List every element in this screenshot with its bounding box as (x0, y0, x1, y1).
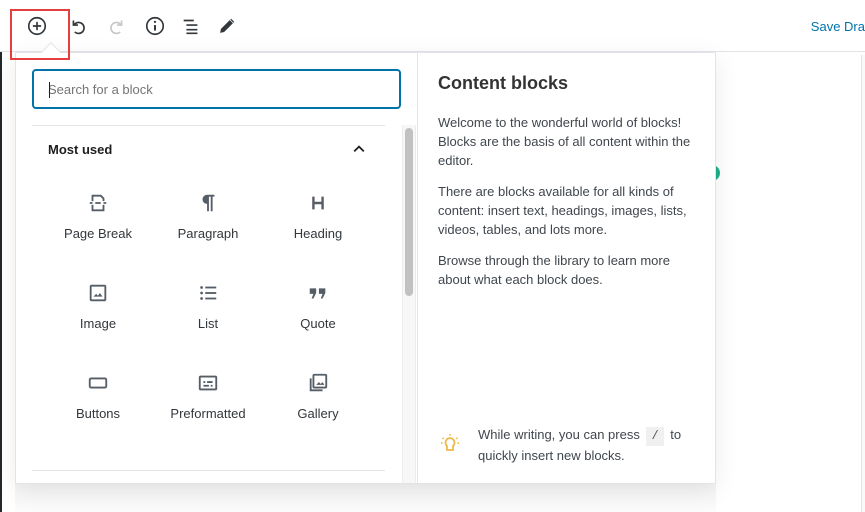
button-icon (86, 371, 110, 395)
block-navigation-button[interactable] (179, 14, 203, 38)
chevron-up-icon (349, 139, 369, 159)
inserter-main-panel: Most used Page Break (16, 53, 417, 483)
block-item-image[interactable]: Image (43, 273, 153, 363)
tip: While writing, you can press / to quickl… (438, 425, 698, 465)
undo-icon (72, 20, 85, 35)
tip-text: While writing, you can press / to quickl… (478, 425, 698, 465)
save-draft-button[interactable]: Save Dra (811, 19, 865, 34)
block-item-paragraph[interactable]: Paragraph (153, 183, 263, 273)
inserter-toggle-button[interactable] (25, 14, 49, 38)
sidebar-edge (861, 55, 865, 512)
plus-circle-icon (27, 16, 47, 36)
block-item-page-break[interactable]: Page Break (43, 183, 153, 273)
blocks-grid: Page Break Paragraph Heading Image List … (43, 183, 375, 453)
info-button[interactable] (143, 14, 167, 38)
redo-icon (110, 20, 123, 35)
divider (32, 470, 385, 471)
search-field[interactable] (32, 69, 401, 109)
block-item-heading[interactable]: Heading (263, 183, 373, 273)
tip-text-before: While writing, you can press (478, 427, 640, 442)
block-label: Buttons (75, 406, 121, 421)
paragraph-icon (196, 191, 220, 215)
block-label: Gallery (297, 406, 339, 421)
lightbulb-icon (438, 431, 462, 455)
block-item-buttons[interactable]: Buttons (43, 363, 153, 453)
scrollbar-thumb[interactable] (405, 128, 413, 296)
editor-canvas[interactable] (716, 52, 865, 512)
search-input[interactable] (34, 71, 399, 107)
tools-button[interactable] (215, 14, 239, 38)
scrollbar[interactable] (402, 125, 416, 483)
block-item-preformatted[interactable]: Preformatted (153, 363, 263, 453)
most-used-panel-toggle[interactable]: Most used (32, 126, 385, 172)
block-inserter-popover: Most used Page Break (15, 42, 716, 484)
undo-button[interactable] (66, 14, 90, 38)
list-view-icon (183, 19, 198, 35)
help-paragraph: There are blocks available for all kinds… (438, 184, 687, 237)
block-label: Heading (293, 226, 343, 241)
help-paragraph: Welcome to the wonderful world of blocks… (438, 115, 691, 168)
block-label: Image (79, 316, 117, 331)
quote-icon (306, 281, 330, 305)
block-list: Most used Page Break Paragraph Heading I… (32, 125, 401, 483)
block-label: Paragraph (177, 226, 239, 241)
gallery-icon (306, 371, 330, 395)
info-icon (145, 16, 165, 36)
panel-title: Most used (48, 141, 113, 157)
help-title: Content blocks (438, 73, 569, 93)
help-panel: Content blocks Welcome to the wonderful … (418, 53, 715, 483)
help-paragraph: Browse through the library to learn more… (438, 253, 670, 287)
shortcut-key: / (646, 427, 664, 446)
text-caret (49, 82, 50, 98)
block-label: Preformatted (170, 406, 246, 421)
block-item-gallery[interactable]: Gallery (263, 363, 373, 453)
block-label: Quote (300, 316, 336, 331)
page-break-icon (86, 191, 110, 215)
popover-shadow (15, 484, 716, 512)
block-item-list[interactable]: List (153, 273, 263, 363)
block-label: Page Break (64, 226, 132, 241)
editor-toolbar: Save Dra (0, 0, 865, 52)
heading-icon (306, 191, 330, 215)
list-icon (196, 281, 220, 305)
block-item-quote[interactable]: Quote (263, 273, 373, 363)
image-icon (86, 281, 110, 305)
block-label: List (197, 316, 219, 331)
redo-button[interactable] (105, 14, 129, 38)
admin-sidebar-edge (0, 52, 2, 512)
editor-root: Save Dra Most used (0, 0, 865, 512)
preformatted-icon (196, 371, 220, 395)
pencil-icon (219, 17, 236, 34)
